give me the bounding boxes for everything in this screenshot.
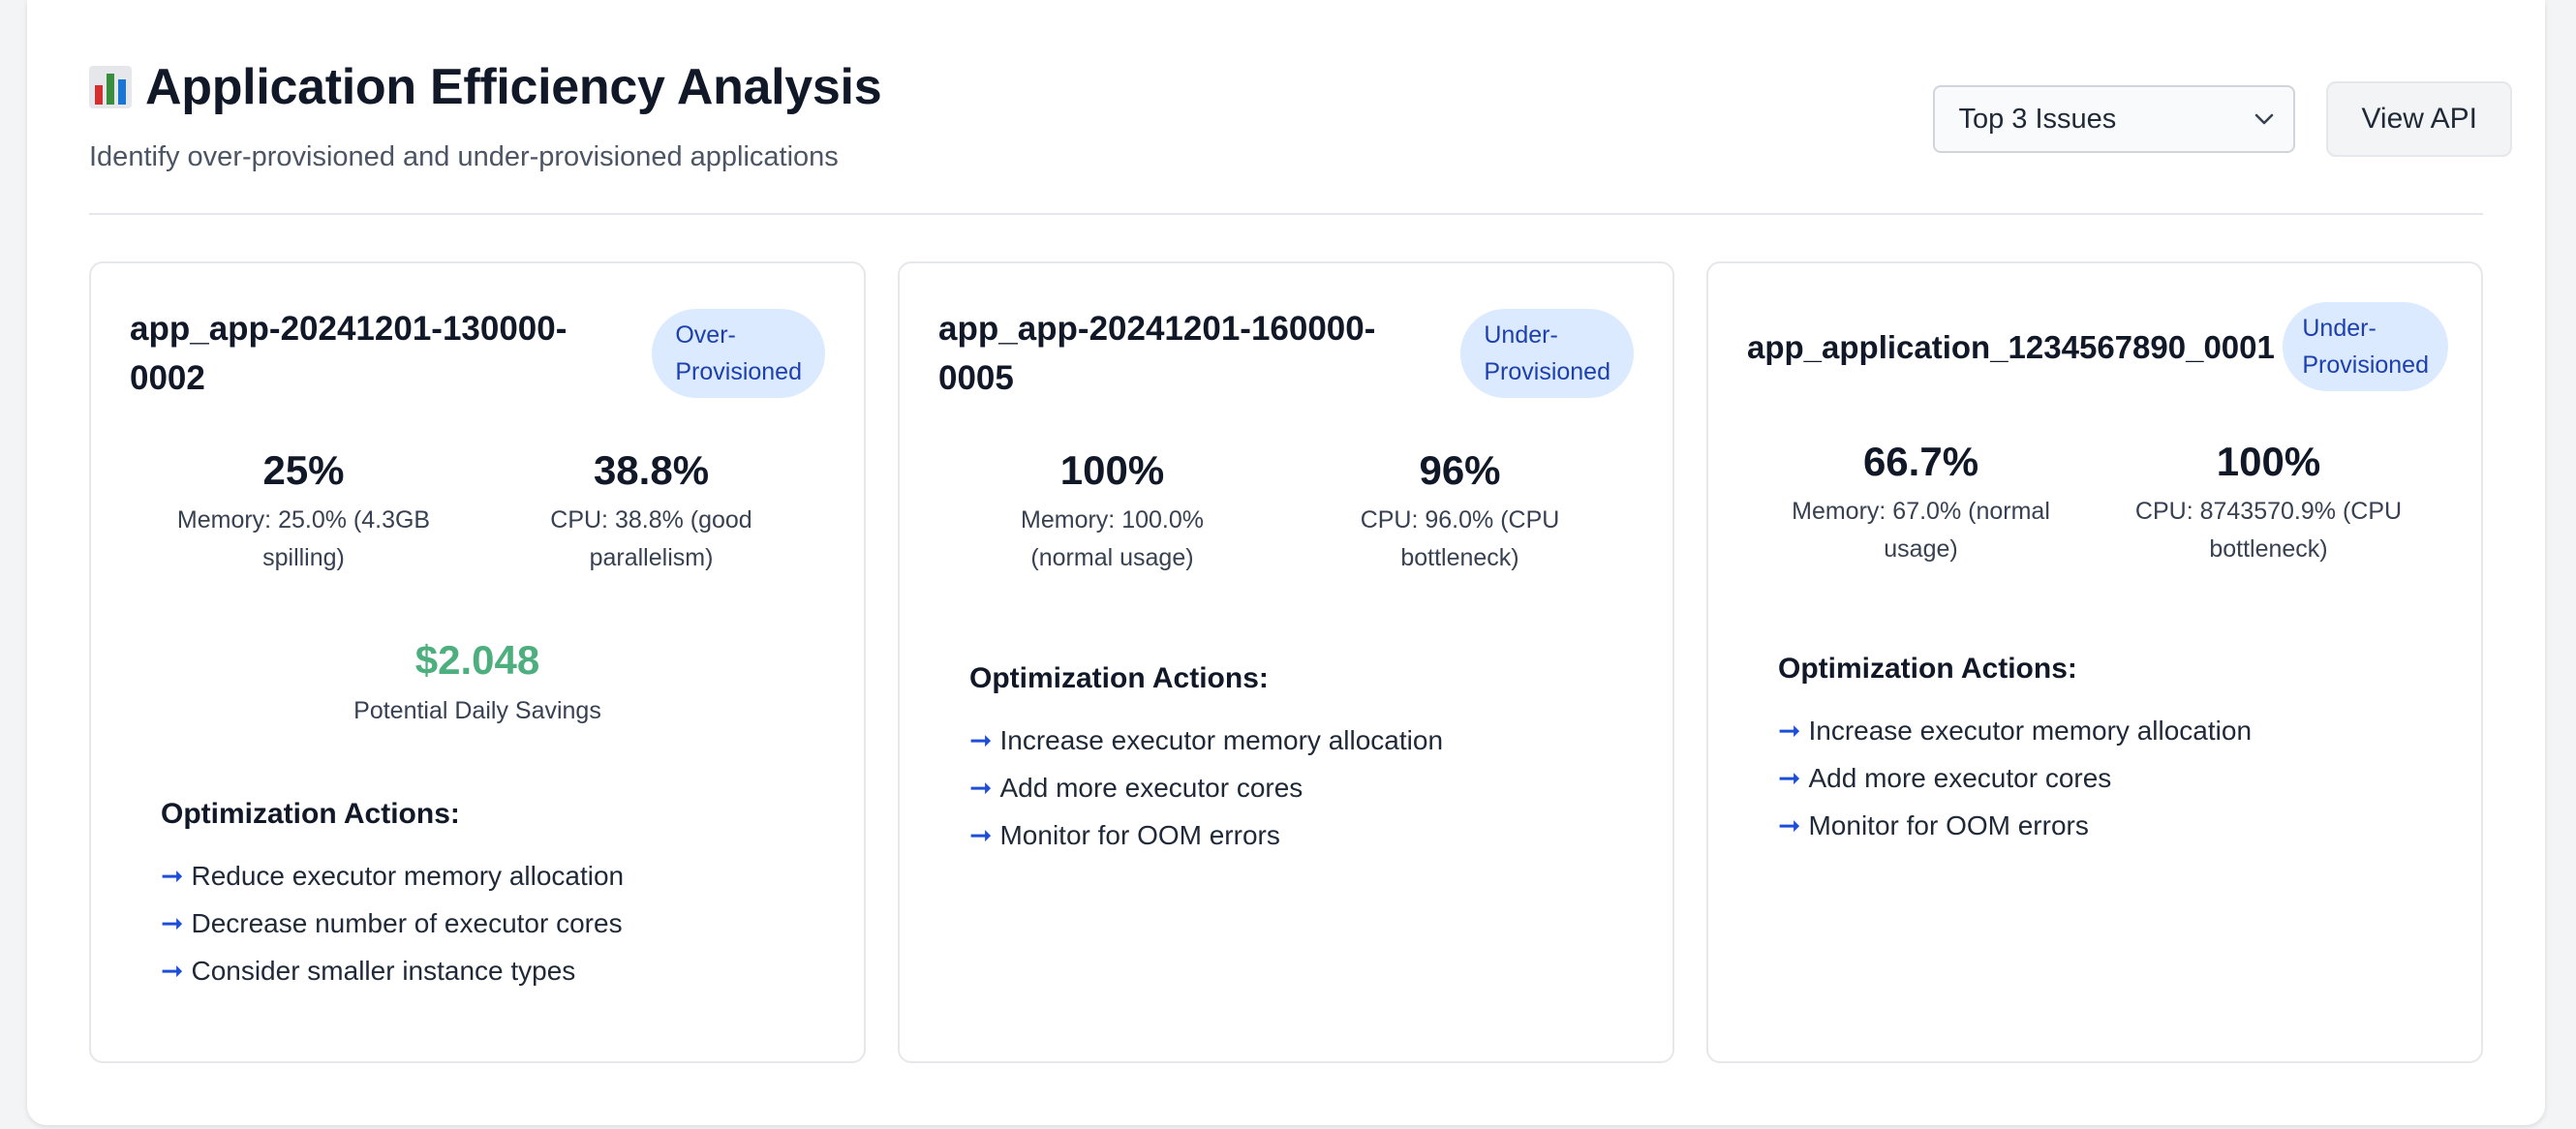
metrics-row: 66.7% Memory: 67.0% (normal usage) 100% …: [1747, 439, 2442, 568]
optimization-actions: Optimization Actions: ➞ Increase executor…: [969, 662, 1634, 859]
card-header: app_application_1234567890_0001 Under- P…: [1747, 302, 2448, 391]
metrics-row: 25% Memory: 25.0% (4.3GB spilling) 38.8%…: [130, 447, 825, 577]
app-card: app_application_1234567890_0001 Under- P…: [1706, 261, 2483, 1063]
optimization-actions: Optimization Actions: ➞ Increase executor…: [1778, 653, 2442, 849]
action-item: ➞ Reduce executor memory allocation: [161, 852, 825, 900]
arrow-right-icon: ➞: [161, 908, 184, 938]
memory-value: 100%: [1059, 447, 1165, 493]
bar-chart-icon: [89, 66, 132, 108]
actions-title: Optimization Actions:: [161, 798, 460, 830]
arrow-right-icon: ➞: [161, 956, 184, 986]
cpu-value: 100%: [2216, 439, 2321, 484]
arrow-right-icon: ➞: [969, 820, 993, 850]
memory-label: Memory: 100.0% (normal usage): [1021, 506, 1204, 571]
cpu-metric: 96% CPU: 96.0% (CPU bottleneck): [1286, 447, 1634, 577]
optimization-actions: Optimization Actions: ➞ Reduce executor m…: [161, 798, 825, 994]
cpu-label: CPU: 38.8% (good parallelism): [550, 506, 752, 571]
app-name: app_app-20241201-160000-0005: [938, 310, 1376, 397]
action-item: ➞ Monitor for OOM errors: [969, 811, 1634, 859]
action-item: ➞ Consider smaller instance types: [161, 947, 825, 994]
savings-value: $2.048: [414, 637, 540, 683]
app-card: app_app-20241201-130000-0002 Over- Provi…: [89, 261, 866, 1063]
cpu-value: 38.8%: [593, 447, 710, 493]
actions-title: Optimization Actions:: [969, 662, 1269, 694]
status-badge: Under- Provisioned: [1460, 309, 1634, 398]
select-value: Top 3 Issues: [1958, 103, 2117, 135]
card-header: app_app-20241201-160000-0005 Under- Prov…: [938, 304, 1634, 403]
header-divider: [89, 213, 2483, 215]
app-name: app_application_1234567890_0001: [1747, 328, 2275, 365]
arrow-right-icon: ➞: [1778, 716, 1801, 746]
action-item: ➞ Add more executor cores: [1778, 754, 2442, 802]
memory-metric: 66.7% Memory: 67.0% (normal usage): [1747, 439, 2095, 568]
app-card: app_app-20241201-160000-0005 Under- Prov…: [898, 261, 1674, 1063]
actions-title: Optimization Actions:: [1778, 653, 2077, 685]
arrow-right-icon: ➞: [1778, 810, 1801, 840]
action-item: ➞ Decrease number of executor cores: [161, 900, 825, 947]
cpu-value: 96%: [1419, 447, 1501, 493]
action-item: ➞ Monitor for OOM errors: [1778, 802, 2442, 849]
action-item: ➞ Add more executor cores: [969, 764, 1634, 811]
savings-label: Potential Daily Savings: [353, 697, 601, 724]
memory-metric: 100% Memory: 100.0% (normal usage): [938, 447, 1286, 577]
memory-metric: 25% Memory: 25.0% (4.3GB spilling): [130, 447, 477, 577]
status-badge: Over- Provisioned: [652, 309, 825, 398]
card-header: app_app-20241201-130000-0002 Over- Provi…: [130, 304, 825, 403]
header-controls: Top 3 Issues View API: [1933, 81, 2512, 157]
memory-label: Memory: 67.0% (normal usage): [1792, 498, 2050, 563]
metrics-row: 100% Memory: 100.0% (normal usage) 96% C…: [938, 447, 1634, 577]
status-badge: Under- Provisioned: [2283, 302, 2448, 391]
issue-count-select[interactable]: Top 3 Issues: [1933, 85, 2296, 153]
arrow-right-icon: ➞: [161, 861, 184, 891]
page-header: Application Efficiency Analysis Identify…: [89, 58, 882, 173]
memory-label: Memory: 25.0% (4.3GB spilling): [176, 506, 431, 571]
arrow-right-icon: ➞: [969, 725, 993, 755]
page-subtitle: Identify over-provisioned and under-prov…: [89, 141, 839, 172]
chevron-down-icon: [2255, 113, 2274, 125]
cpu-label: CPU: 8743570.9% (CPU bottleneck): [2134, 498, 2403, 563]
title-row: Application Efficiency Analysis: [89, 58, 882, 116]
view-api-button[interactable]: View API: [2326, 81, 2512, 157]
cpu-label: CPU: 96.0% (CPU bottleneck): [1360, 506, 1560, 571]
arrow-right-icon: ➞: [969, 773, 993, 803]
arrow-right-icon: ➞: [1778, 763, 1801, 793]
memory-value: 25%: [262, 447, 345, 493]
action-item: ➞ Increase executor memory allocation: [969, 717, 1634, 764]
memory-value: 66.7%: [1862, 439, 1979, 484]
savings-block: $2.048 Potential Daily Savings: [91, 637, 864, 725]
action-item: ➞ Increase executor memory allocation: [1778, 707, 2442, 754]
page-title: Application Efficiency Analysis: [145, 59, 882, 115]
cpu-metric: 38.8% CPU: 38.8% (good parallelism): [477, 447, 825, 577]
app-name: app_app-20241201-130000-0002: [130, 310, 567, 397]
cpu-metric: 100% CPU: 8743570.9% (CPU bottleneck): [2095, 439, 2442, 568]
